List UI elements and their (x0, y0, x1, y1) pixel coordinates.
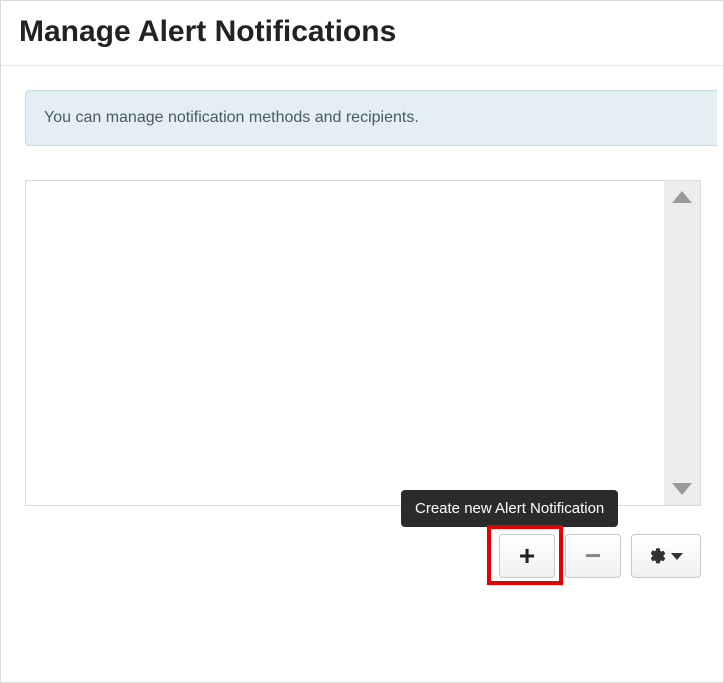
plus-icon: + (519, 542, 535, 570)
info-banner: You can manage notification methods and … (25, 90, 717, 146)
dialog-manage-alert-notifications: Manage Alert Notifications You can manag… (0, 0, 724, 683)
scroll-down-icon[interactable] (672, 483, 692, 495)
minus-icon: − (585, 542, 601, 570)
caret-down-icon (671, 553, 683, 560)
add-notification-button[interactable]: + (499, 534, 555, 578)
dialog-body: You can manage notification methods and … (1, 66, 723, 578)
remove-notification-button[interactable]: − (565, 534, 621, 578)
scrollbar[interactable] (664, 181, 700, 505)
notification-list[interactable] (25, 180, 701, 506)
tooltip-text: Create new Alert Notification (415, 500, 604, 517)
info-banner-text: You can manage notification methods and … (44, 109, 419, 126)
dialog-header: Manage Alert Notifications (1, 7, 723, 65)
page-title: Manage Alert Notifications (19, 15, 705, 49)
scroll-up-icon[interactable] (672, 191, 692, 203)
notification-list-content (26, 181, 664, 505)
add-button-tooltip: Create new Alert Notification (401, 490, 618, 527)
gear-icon (649, 547, 667, 565)
list-toolbar: Create new Alert Notification + − (25, 534, 701, 578)
settings-dropdown-button[interactable] (631, 534, 701, 578)
